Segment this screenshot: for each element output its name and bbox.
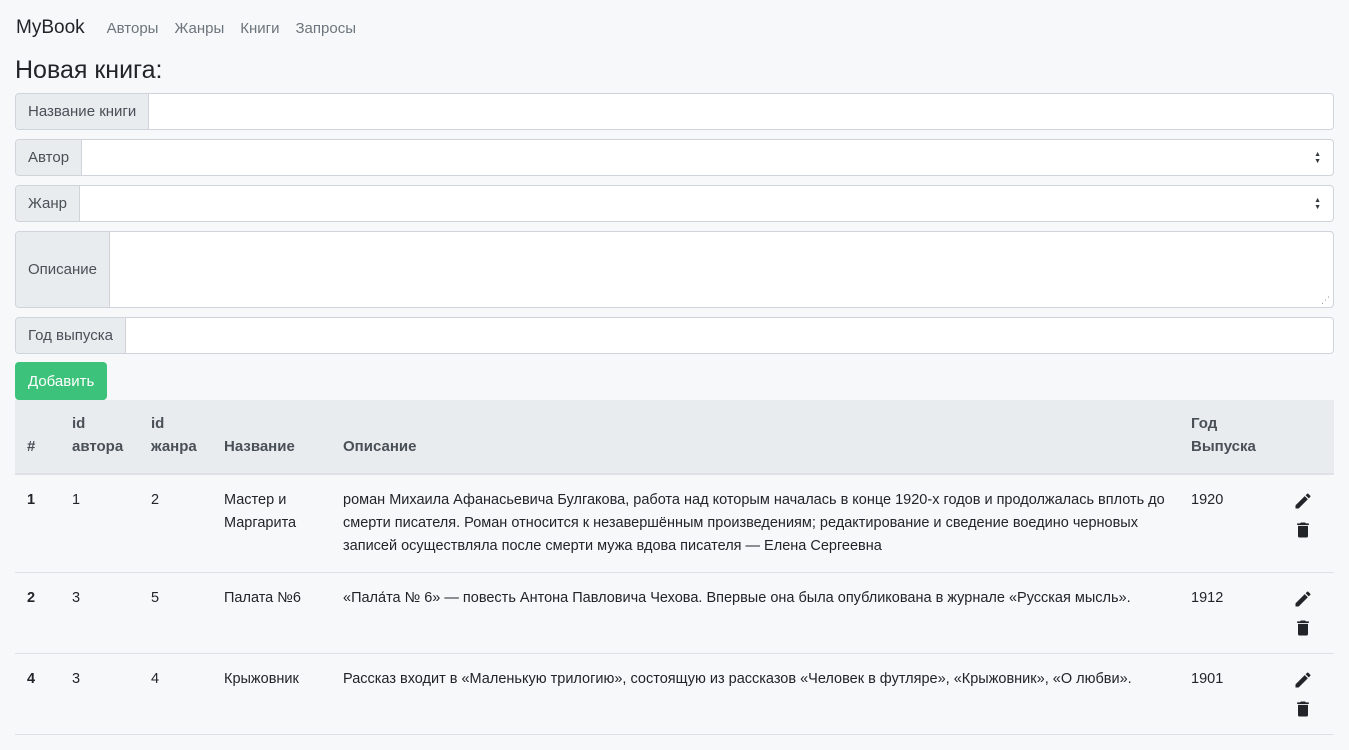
book-title-input[interactable] [149,94,1333,129]
nav-link-books[interactable]: Книги [240,20,279,37]
row-year: 1901 [1179,653,1271,735]
row-year: 1912 [1179,572,1271,654]
row-author-id: 3 [60,653,139,735]
nav-link-authors[interactable]: Авторы [107,20,159,37]
header-actions [1271,400,1334,475]
book-title-group: Название книги [15,93,1334,130]
header-description: Описание [331,400,1179,475]
author-select[interactable]: ▲ ▼ [82,140,1333,175]
row-name: Палата №6 [212,572,331,654]
row-num: 1 [15,474,60,573]
select-arrows-icon: ▲ ▼ [1314,196,1321,211]
navbar: MyBook Авторы Жанры Книги Запросы [0,0,1349,56]
header-num: # [15,400,60,475]
author-label: Автор [16,140,83,175]
row-genre-id: 4 [139,653,212,735]
nav-link-genres[interactable]: Жанры [174,20,224,37]
row-num: 2 [15,572,60,654]
row-genre-id: 2 [139,474,212,573]
trash-icon[interactable] [1293,519,1313,541]
header-year: Год Выпуска [1179,400,1271,475]
row-year: 1920 [1179,474,1271,573]
trash-icon[interactable] [1293,698,1313,720]
genre-label: Жанр [16,186,80,221]
row-description: роман Михаила Афанасьевича Булгакова, ра… [331,474,1179,573]
table-row: 4 3 4 Крыжовник Рассказ входит в «Малень… [15,653,1334,735]
pencil-icon[interactable] [1293,670,1313,690]
header-name: Название [212,400,331,475]
year-input[interactable] [126,318,1333,353]
book-title-label: Название книги [16,94,150,129]
row-name: Крыжовник [212,653,331,735]
description-textarea[interactable]: ⋰ [110,232,1333,307]
description-label: Описание [16,232,111,307]
header-author-id: id автора [60,400,139,475]
row-actions [1271,572,1334,654]
add-button[interactable]: Добавить [15,362,108,400]
description-group: Описание ⋰ [15,231,1334,308]
pencil-icon[interactable] [1293,491,1313,511]
genre-select[interactable]: ▲ ▼ [80,186,1333,221]
nav-link-queries[interactable]: Запросы [296,20,357,37]
row-author-id: 1 [60,474,139,573]
row-name: Мастер и Маргарита [212,474,331,573]
row-actions [1271,653,1334,735]
row-description: Рассказ входит в «Маленькую трилогию», с… [331,653,1179,735]
table-header-row: # id автора id жанра Название Описание Год… [15,400,1334,475]
table-row: 1 1 2 Мастер и Маргарита роман Михаила А… [15,474,1334,573]
books-table: # id автора id жанра Название Описание Год… [15,400,1334,735]
select-arrows-icon: ▲ ▼ [1314,150,1321,165]
row-author-id: 3 [60,572,139,654]
genre-group: Жанр ▲ ▼ [15,185,1334,222]
year-label: Год выпуска [16,318,126,353]
pencil-icon[interactable] [1293,589,1313,609]
header-genre-id: id жанра [139,400,212,475]
resize-grip-icon[interactable]: ⋰ [1321,296,1330,305]
row-genre-id: 5 [139,572,212,654]
author-group: Автор ▲ ▼ [15,139,1334,176]
table-row: 2 3 5 Палата №6 «Пала́та № 6» — повесть … [15,572,1334,654]
trash-icon[interactable] [1293,617,1313,639]
brand-logo[interactable]: MyBook [16,17,85,39]
row-actions [1271,474,1334,573]
page-title: Новая книга: [15,56,163,84]
row-description: «Пала́та № 6» — повесть Антона Павловича… [331,572,1179,654]
year-group: Год выпуска [15,317,1334,354]
row-num: 4 [15,653,60,735]
